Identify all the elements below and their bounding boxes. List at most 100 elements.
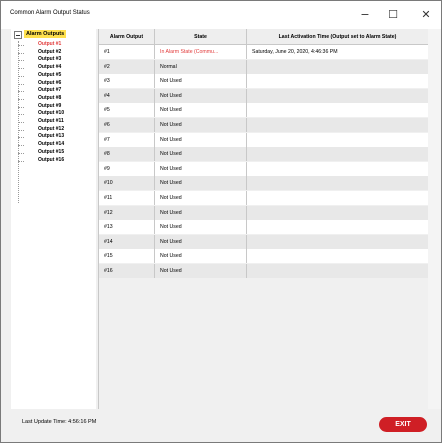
tree-item-label: Output #2 — [38, 48, 62, 55]
cell-last-activation-time — [247, 132, 429, 147]
tree-branch-line — [18, 68, 24, 70]
tree-branch-line — [18, 91, 24, 93]
cell-alarm-output: #10 — [99, 176, 155, 191]
cell-state: Not Used — [155, 264, 247, 278]
table-row[interactable]: #8 Not Used — [99, 147, 429, 162]
last-update-time: Last Update Time: 4:56:16 PM — [22, 419, 97, 425]
cell-last-activation-time — [247, 249, 429, 264]
table-header: Alarm Output State Last Activation Time … — [99, 29, 429, 45]
cell-last-activation-time — [247, 88, 429, 103]
table-row[interactable]: #13 Not Used — [99, 220, 429, 235]
table-row[interactable]: #3 Not Used — [99, 74, 429, 89]
tree-item-label: Output #14 — [38, 141, 65, 148]
tree-item-label: Output #8 — [38, 94, 62, 101]
cell-state: Not Used — [155, 74, 247, 89]
tree-item-label: Output #13 — [38, 133, 65, 140]
tree-item-label: Output #10 — [38, 110, 65, 117]
cell-state: Not Used — [155, 132, 247, 147]
table-row[interactable]: #1 In Alarm State (Commu... Saturday, June… — [99, 45, 429, 59]
alarm-outputs-tree[interactable]: Alarm Outputs Output #1 Output #2 Output #… — [11, 29, 96, 409]
cell-state: Not Used — [155, 176, 247, 191]
cell-state: Normal — [155, 59, 247, 74]
cell-last-activation-time — [247, 176, 429, 191]
exit-button[interactable]: EXIT — [379, 417, 427, 432]
cell-alarm-output: #6 — [99, 118, 155, 132]
cell-alarm-output: #4 — [99, 88, 155, 103]
tree-item-label: Output #9 — [38, 102, 62, 109]
tree-item-label: Output #15 — [38, 148, 65, 155]
tree-branch-line — [18, 137, 24, 139]
tree-branch-line — [18, 145, 24, 147]
cell-last-activation-time — [247, 234, 429, 249]
cell-alarm-output: #7 — [99, 132, 155, 147]
table-row[interactable]: #7 Not Used — [99, 132, 429, 147]
cell-state: In Alarm State (Commu... — [155, 45, 247, 59]
cell-last-activation-time — [247, 74, 429, 89]
tree-branch-line — [18, 114, 24, 116]
minimize-button[interactable]: − — [350, 1, 380, 29]
tree-item-label: Output #12 — [38, 125, 65, 132]
table-row[interactable]: #12 Not Used — [99, 205, 429, 220]
tree-branch-line — [18, 83, 24, 85]
table-row[interactable]: #2 Normal — [99, 59, 429, 74]
table-row[interactable]: #10 Not Used — [99, 176, 429, 191]
close-button[interactable]: ✕ — [411, 1, 441, 29]
tree-item-label: Output #6 — [38, 79, 62, 86]
tree-item-label: Output #5 — [38, 71, 62, 78]
cell-state: Not Used — [155, 249, 247, 264]
cell-state: Not Used — [155, 103, 247, 118]
tree-root-label[interactable]: Alarm Outputs — [24, 30, 67, 38]
cell-state: Not Used — [155, 118, 247, 132]
table-row[interactable]: #5 Not Used — [99, 103, 429, 118]
tree-branch-line — [18, 75, 24, 77]
column-header-state[interactable]: State — [155, 29, 247, 45]
column-header-alarm-output[interactable]: Alarm Output — [99, 29, 155, 45]
collapse-icon[interactable] — [14, 31, 22, 39]
cell-alarm-output: #15 — [99, 249, 155, 264]
cell-last-activation-time — [247, 103, 429, 118]
table-row[interactable]: #11 Not Used — [99, 191, 429, 205]
tree-branch-line — [18, 106, 24, 108]
tree-item-label: Output #3 — [38, 56, 62, 63]
cell-state: Not Used — [155, 205, 247, 220]
table-row[interactable]: #16 Not Used — [99, 264, 429, 278]
tree-item-label: Output #7 — [38, 87, 62, 94]
cell-alarm-output: #12 — [99, 205, 155, 220]
tree-item-label: Output #16 — [38, 156, 65, 163]
tree-branch-line — [18, 129, 24, 131]
tree-item-label: Output #4 — [38, 64, 62, 71]
tree-branch-line — [18, 122, 24, 123]
cell-alarm-output: #9 — [99, 161, 155, 176]
table-row[interactable]: #14 Not Used — [99, 234, 429, 249]
tree-branch-line — [18, 160, 24, 162]
table-scroll-area — [428, 29, 441, 409]
cell-alarm-output: #14 — [99, 234, 155, 249]
cell-last-activation-time — [247, 264, 429, 278]
alarm-output-table: Alarm Output State Last Activation Time … — [98, 29, 429, 409]
cell-alarm-output: #3 — [99, 74, 155, 89]
cell-alarm-output: #2 — [99, 59, 155, 74]
cell-state: Not Used — [155, 147, 247, 162]
table-row[interactable]: #15 Not Used — [99, 249, 429, 264]
cell-last-activation-time — [247, 118, 429, 132]
cell-last-activation-time — [247, 147, 429, 162]
title-bar[interactable]: Common Alarm Output Status − ☐ ✕ — [1, 1, 441, 29]
tree-branch-line — [18, 98, 24, 100]
tree-branch-line — [18, 45, 24, 46]
cell-alarm-output: #8 — [99, 147, 155, 162]
column-header-last-activation-time[interactable]: Last Activation Time (Output set to Alar… — [247, 29, 429, 45]
maximize-button[interactable]: ☐ — [378, 1, 408, 29]
cell-alarm-output: #16 — [99, 264, 155, 278]
tree-branch-line — [18, 152, 24, 154]
cell-alarm-output: #5 — [99, 103, 155, 118]
cell-last-activation-time — [247, 191, 429, 205]
table-row[interactable]: #6 Not Used — [99, 118, 429, 132]
cell-state: Not Used — [155, 220, 247, 235]
cell-last-activation-time: Saturday, June 20, 2020, 4:46:36 PM — [247, 45, 429, 59]
cell-state: Not Used — [155, 234, 247, 249]
table-row[interactable]: #4 Not Used — [99, 88, 429, 103]
cell-state: Not Used — [155, 88, 247, 103]
table-row[interactable]: #9 Not Used — [99, 161, 429, 176]
cell-last-activation-time — [247, 220, 429, 235]
cell-last-activation-time — [247, 205, 429, 220]
